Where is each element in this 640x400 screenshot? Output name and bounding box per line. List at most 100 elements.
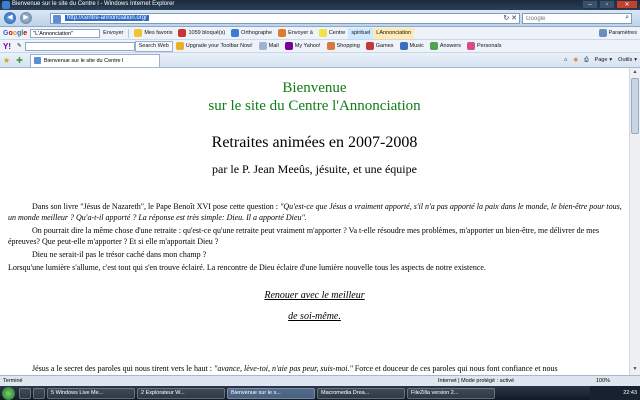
welcome-line-2: sur le site du Centre l'Annonciation xyxy=(208,98,421,114)
answers-button[interactable]: Answers xyxy=(427,41,464,52)
spellcheck-icon xyxy=(231,29,240,37)
system-clock[interactable]: 22:43 xyxy=(590,386,640,400)
close-button[interactable]: ✕ xyxy=(616,0,638,9)
favorites-star-icon[interactable]: ★ xyxy=(0,55,13,66)
yahoo-toolbar: Y! ✎ Search Web Upgrade your Toolbar Now… xyxy=(0,40,640,53)
highlight-centre[interactable]: Centre xyxy=(316,28,349,39)
page-heading: Retraites animées en 2007-2008 xyxy=(211,134,418,151)
popup-blocker-button[interactable]: 1059 bloqué(s) xyxy=(175,28,228,39)
scroll-thumb[interactable] xyxy=(631,78,639,134)
taskbar-button[interactable]: 2 Explorateur W... xyxy=(137,387,225,399)
print-icon[interactable]: ⎙ xyxy=(581,55,591,66)
tools-menu[interactable]: Outils ▾ xyxy=(615,55,640,66)
upgrade-label: Upgrade your Toolbar Now! xyxy=(185,43,253,49)
status-text: Terminé xyxy=(3,378,23,384)
search-web-button[interactable]: Search Web xyxy=(134,40,173,52)
vertical-scrollbar[interactable]: ▲ ▼ xyxy=(629,68,640,375)
paragraph-5-text: Jésus a le secret des paroles qui nous t… xyxy=(32,364,214,373)
blocker-icon xyxy=(178,29,187,37)
page-content: Bienvenue sur le site du Centre l'Annonc… xyxy=(0,68,629,375)
settings-label: Paramètres xyxy=(608,30,637,36)
paragraph-3: Dieu ne serait-il pas le trésor caché da… xyxy=(32,250,207,259)
send-icon xyxy=(278,29,287,37)
paragraph-5-rest: Force et douceur de ces paroles qui nous… xyxy=(352,364,558,373)
games-label: Games xyxy=(375,43,394,49)
ie-icon xyxy=(2,1,10,9)
mail-icon xyxy=(258,42,267,50)
scroll-down-icon[interactable]: ▼ xyxy=(631,366,639,374)
send-to-button[interactable]: Envoyer à xyxy=(275,28,316,39)
favorites-button[interactable]: Mes favoris xyxy=(131,28,175,39)
music-label: Music xyxy=(409,43,424,49)
zoom-level[interactable]: 100% xyxy=(596,376,610,386)
personals-icon xyxy=(466,42,475,50)
refresh-stop-icons[interactable]: ↻ ✕ xyxy=(503,14,517,22)
search-icon[interactable]: ⌕ xyxy=(625,14,629,22)
page-icon xyxy=(33,57,41,64)
google-toolbar: Google "L'Annonciation" Envoyer Mes favo… xyxy=(0,27,640,40)
minimize-button[interactable]: – xyxy=(582,0,598,9)
scroll-up-icon[interactable]: ▲ xyxy=(631,69,639,77)
paragraph-1: Dans son livre "Jésus de Nazareth", le P… xyxy=(8,201,622,223)
separator xyxy=(128,28,130,38)
home-icon[interactable]: ⌂ xyxy=(561,55,570,66)
yahoo-icon xyxy=(284,42,293,50)
page-subheading: par le P. Jean Meeûs, jésuite, et une éq… xyxy=(212,162,417,176)
quicklaunch-icon[interactable] xyxy=(19,387,31,399)
forward-arrow-icon[interactable]: ▶ xyxy=(20,12,32,24)
renouer-link[interactable]: Renouer avec le meilleur xyxy=(0,290,629,301)
highlight-annonciation[interactable]: LAnnonciation xyxy=(373,27,415,39)
highlight-spirituel[interactable]: spirituel xyxy=(348,27,374,39)
spellcheck-button[interactable]: Orthographe xyxy=(228,28,275,39)
page-menu-label: Page xyxy=(594,57,608,63)
send-to-label: Envoyer à xyxy=(288,30,313,36)
paragraph-4: Lorsqu'une lumière s'allume, c'est tout … xyxy=(8,263,486,272)
shopping-icon xyxy=(326,42,335,50)
status-bar: Terminé Internet | Mode protégé : activé… xyxy=(0,375,640,386)
search-input[interactable] xyxy=(523,14,619,23)
tabs-bar: ★ ✚ Bienvenue sur le site du Centre l ⌂ … xyxy=(0,53,640,68)
back-arrow-icon[interactable]: ◀ xyxy=(4,12,16,24)
security-zone[interactable]: Internet | Mode protégé : activé xyxy=(438,376,514,386)
feeds-icon[interactable]: ◉ xyxy=(570,55,581,66)
paragraph-2: On pourrait dire la même chose d'une ret… xyxy=(8,226,600,246)
taskbar-button-active[interactable]: Bienvenue sur le s... xyxy=(227,387,315,399)
taskbar-button[interactable]: 5 Windows Live Me... xyxy=(47,387,135,399)
mail-button[interactable]: Mail xyxy=(256,41,282,52)
google-send-button[interactable]: Envoyer xyxy=(100,28,126,39)
url-input[interactable]: http://centre-annonciation.org/ ↻ ✕ xyxy=(50,13,520,24)
page-menu[interactable]: Page ▾ xyxy=(592,55,616,66)
music-button[interactable]: Music xyxy=(397,41,427,52)
upgrade-link[interactable]: Upgrade your Toolbar Now! xyxy=(173,41,256,52)
taskbar-button[interactable]: FileZilla version 2... xyxy=(407,387,495,399)
star-icon xyxy=(134,29,143,37)
my-yahoo-button[interactable]: My Yahoo! xyxy=(282,41,324,52)
welcome-line-1: Bienvenue xyxy=(282,80,347,96)
shopping-button[interactable]: Shopping xyxy=(324,41,363,52)
blocked-count: 1059 bloqué(s) xyxy=(188,30,226,36)
window-titlebar: Bienvenue sur le site du Centre l - Wind… xyxy=(0,0,640,10)
taskbar-button[interactable]: Macromedia Drea... xyxy=(317,387,405,399)
paragraph-5-quote: "avance, lève-toi, n'aie pas peur, suis-… xyxy=(213,364,353,373)
personals-button[interactable]: Personals xyxy=(464,41,504,52)
yahoo-search-input[interactable] xyxy=(24,41,135,51)
tab-title: Bienvenue sur le site du Centre l xyxy=(43,57,124,64)
google-search-input[interactable]: "L'Annonciation" xyxy=(30,28,101,38)
upgrade-icon xyxy=(175,42,184,50)
url-text[interactable]: http://centre-annonciation.org/ xyxy=(65,15,149,21)
favorites-label: Mes favoris xyxy=(144,30,173,36)
yahoo-logo[interactable]: Y! xyxy=(0,42,14,51)
soi-meme-link[interactable]: de soi-même. xyxy=(0,311,629,322)
centre-label: Centre xyxy=(328,30,346,36)
tab-current[interactable]: Bienvenue sur le site du Centre l xyxy=(29,53,160,67)
search-box[interactable]: ⌕ xyxy=(522,13,632,24)
quicklaunch-icon[interactable] xyxy=(33,387,45,399)
settings-button[interactable]: Paramètres xyxy=(596,28,640,39)
games-button[interactable]: Games xyxy=(363,41,397,52)
start-button-icon[interactable] xyxy=(2,386,15,400)
paragraph-1-text: Dans son livre "Jésus de Nazareth", le P… xyxy=(32,202,281,211)
pencil-icon[interactable]: ✎ xyxy=(14,41,25,52)
maximize-button[interactable]: ▫ xyxy=(599,0,615,9)
add-favorite-icon[interactable]: ✚ xyxy=(13,55,26,66)
shopping-label: Shopping xyxy=(336,43,360,49)
